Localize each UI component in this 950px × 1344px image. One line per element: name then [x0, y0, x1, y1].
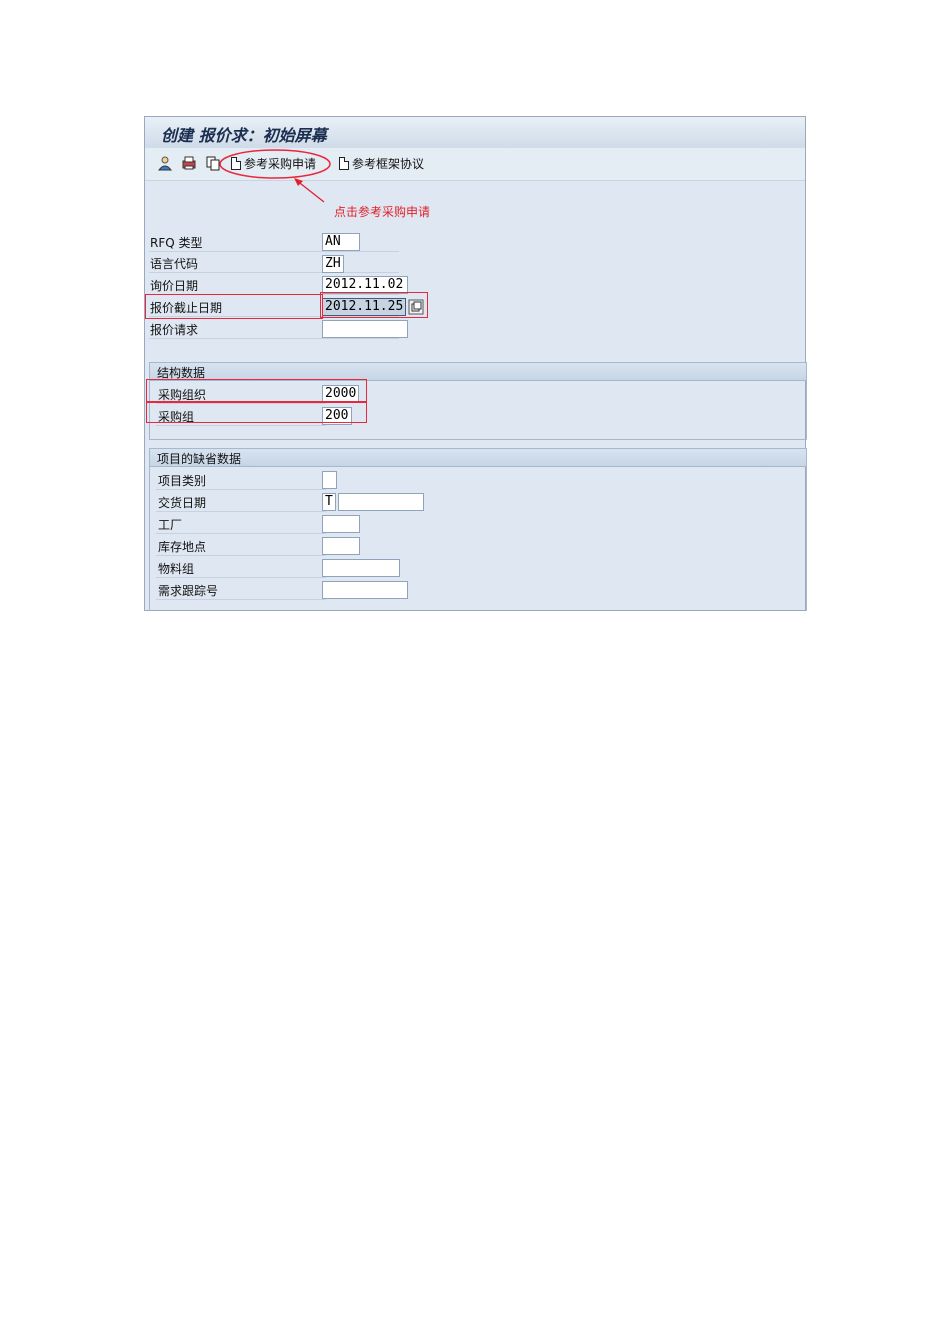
rfq-type-label: RFQ 类型	[150, 236, 203, 250]
delivery-date-label: 交货日期	[158, 496, 207, 510]
language-label: 语言代码	[150, 257, 199, 271]
rfq-date-input[interactable]: 2012.11.02	[322, 276, 408, 294]
tracking-number-row: 需求跟踪号	[156, 579, 326, 600]
plant-row: 工厂	[156, 513, 326, 534]
document-icon	[339, 156, 349, 170]
annotation-text: 点击参考采购申请	[334, 205, 431, 219]
arrow-icon	[294, 178, 325, 203]
material-group-label: 物料组	[158, 562, 195, 576]
plant-input[interactable]	[322, 515, 360, 533]
delivery-date-type-input[interactable]: T	[322, 493, 336, 511]
material-group-row: 物料组	[156, 557, 326, 578]
quotation-request-label: 报价请求	[150, 323, 199, 337]
title-bar: 创建 报价求：初始屏幕	[145, 117, 805, 149]
defaults-group-header: 项目的缺省数据	[150, 449, 806, 467]
deadline-input[interactable]: 2012.11.25	[322, 298, 406, 316]
defaults-group-title: 项目的缺省数据	[157, 452, 242, 466]
print-icon[interactable]	[181, 155, 197, 171]
language-row: 语言代码	[149, 252, 399, 273]
storage-location-input[interactable]	[322, 537, 360, 555]
rfq-type-input[interactable]: AN	[322, 233, 360, 251]
deadline-label: 报价截止日期	[150, 301, 223, 315]
screen-title: 创建 报价求：初始屏幕	[161, 126, 327, 145]
tracking-number-label: 需求跟踪号	[158, 584, 219, 598]
sap-window: 创建 报价求：初始屏幕 参考采购申请 参考框架协议 RFQ 类型 AN 语言代码…	[144, 116, 807, 611]
item-category-row: 项目类别	[156, 469, 326, 490]
purch-org-row: 采购组织	[156, 383, 326, 404]
structure-group: 结构数据 采购组织 2000 采购组 200	[149, 362, 807, 440]
calendar-icon[interactable]	[408, 299, 424, 315]
purch-group-row: 采购组	[156, 405, 326, 426]
storage-location-label: 库存地点	[158, 540, 207, 554]
ref-framework-label: 参考框架协议	[352, 156, 425, 171]
defaults-group: 项目的缺省数据 项目类别 交货日期 T 工厂 库存地点 物料组 需求跟踪号	[149, 448, 807, 611]
purch-org-label: 采购组织	[158, 388, 207, 402]
item-category-label: 项目类别	[158, 474, 207, 488]
delivery-date-input[interactable]	[338, 493, 424, 511]
purch-group-label: 采购组	[158, 410, 195, 424]
plant-label: 工厂	[158, 518, 183, 532]
ref-framework-button[interactable]: 参考框架协议	[339, 153, 424, 173]
tracking-number-input[interactable]	[322, 581, 408, 599]
storage-location-row: 库存地点	[156, 535, 326, 556]
rfq-type-row: RFQ 类型	[149, 231, 399, 252]
language-input[interactable]: ZH	[322, 255, 344, 273]
quotation-request-input[interactable]	[322, 320, 408, 338]
material-group-input[interactable]	[322, 559, 400, 577]
delivery-date-row: 交货日期	[156, 491, 326, 512]
structure-group-title: 结构数据	[157, 366, 206, 380]
rfq-date-label: 询价日期	[150, 279, 199, 293]
purch-org-input[interactable]: 2000	[322, 385, 359, 403]
structure-group-header: 结构数据	[150, 363, 806, 381]
item-category-input[interactable]	[322, 471, 337, 489]
person-icon[interactable]	[157, 155, 173, 171]
purch-group-input[interactable]: 200	[322, 407, 352, 425]
